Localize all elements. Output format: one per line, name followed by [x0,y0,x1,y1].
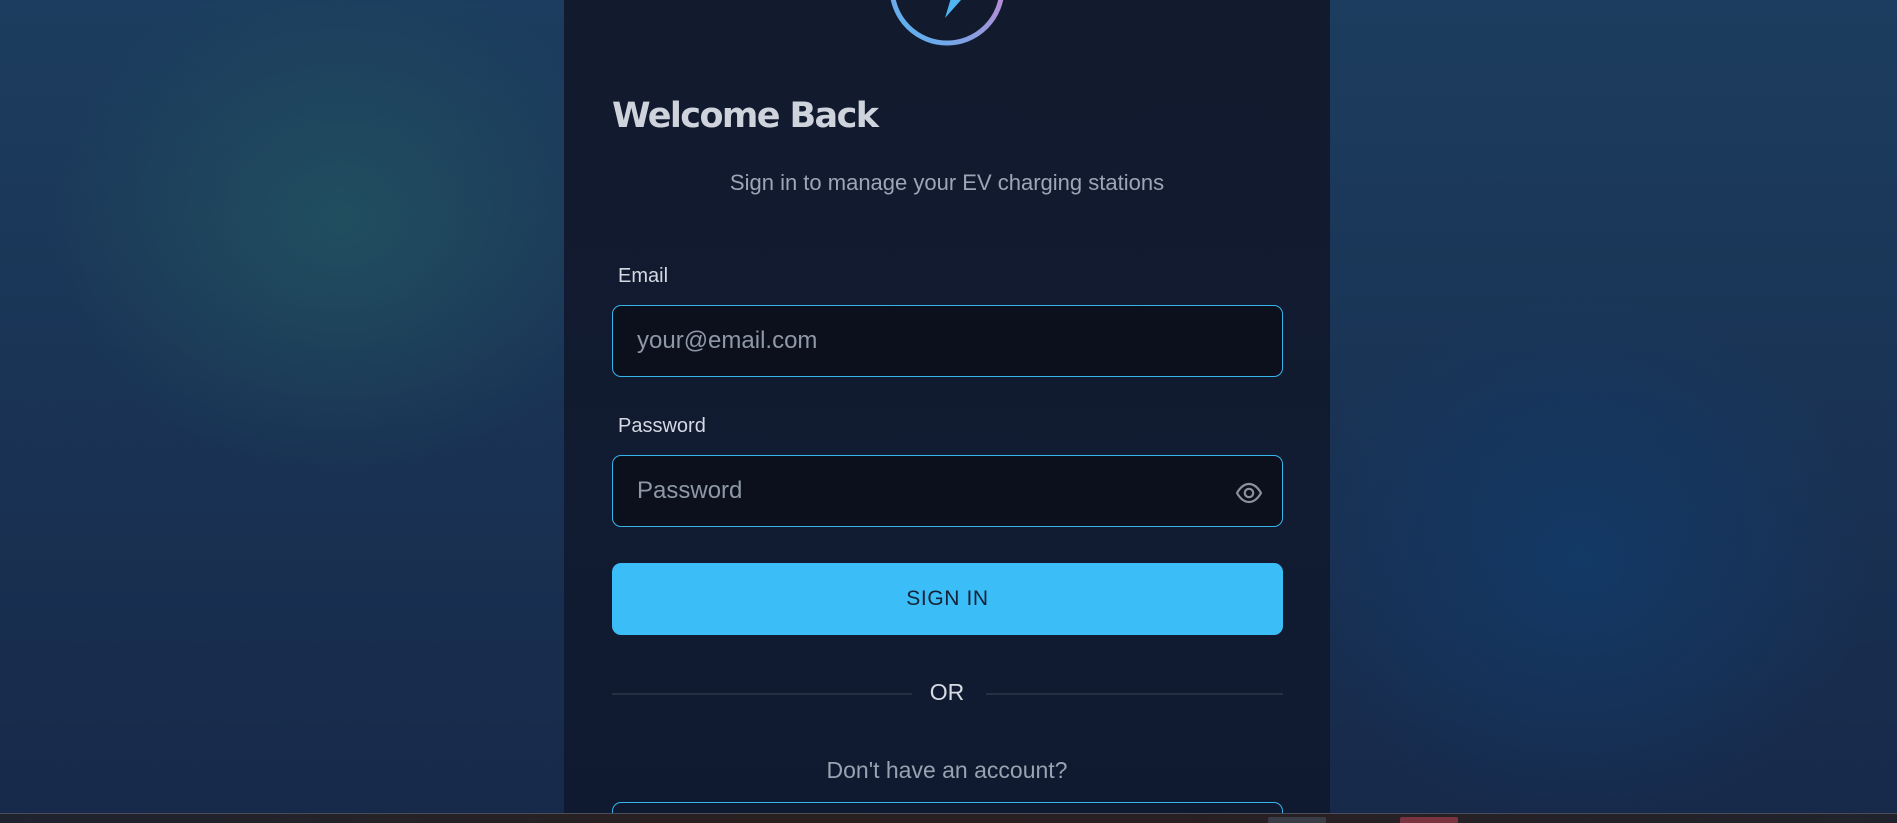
no-account-text: Don't have an account? [826,757,1068,783]
password-field-container [612,455,1283,527]
password-field[interactable] [613,456,1282,526]
create-account-button[interactable] [612,802,1283,813]
email-field-container [612,305,1283,377]
taskbar-item[interactable] [1268,817,1326,823]
lightning-bolt-icon [890,0,1004,46]
divider-line-right [986,693,1283,695]
sign-in-button[interactable]: SIGN IN [612,563,1283,635]
email-label: Email [618,265,669,287]
password-label: Password [618,415,706,437]
email-field[interactable] [613,306,1282,376]
login-card: Welcome Back Sign in to manage your EV c… [564,0,1330,813]
page-title: Welcome Back [612,96,879,136]
logo [887,0,1007,48]
page-subtitle: Sign in to manage your EV charging stati… [729,170,1165,195]
taskbar-item[interactable] [1400,817,1458,823]
taskbar [0,813,1897,823]
eye-icon[interactable] [1234,478,1264,508]
